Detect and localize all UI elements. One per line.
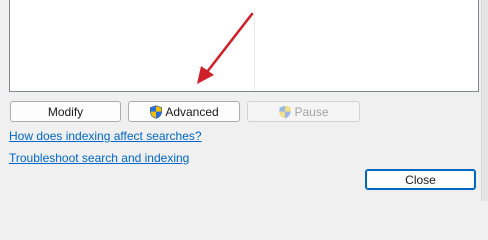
- close-button[interactable]: Close: [365, 169, 476, 190]
- uac-shield-icon: [150, 104, 163, 119]
- advanced-button-label: Advanced: [165, 104, 219, 119]
- indexing-help-link[interactable]: How does indexing affect searches?: [9, 129, 202, 143]
- pause-button: Pause: [247, 101, 360, 122]
- uac-shield-icon: [279, 105, 292, 118]
- column-divider: [254, 10, 255, 91]
- indexing-options-dialog: Modify Advanced Pause How does indexing …: [0, 0, 488, 201]
- modify-button-label: Modify: [47, 104, 84, 119]
- indexed-locations-list[interactable]: [9, 0, 479, 92]
- window-edge: [481, 0, 488, 201]
- troubleshoot-link[interactable]: Troubleshoot search and indexing: [9, 151, 189, 165]
- advanced-button[interactable]: Advanced: [128, 101, 240, 122]
- modify-button[interactable]: Modify: [10, 101, 121, 122]
- close-button-label: Close: [405, 172, 436, 187]
- pause-button-label: Pause: [294, 104, 329, 119]
